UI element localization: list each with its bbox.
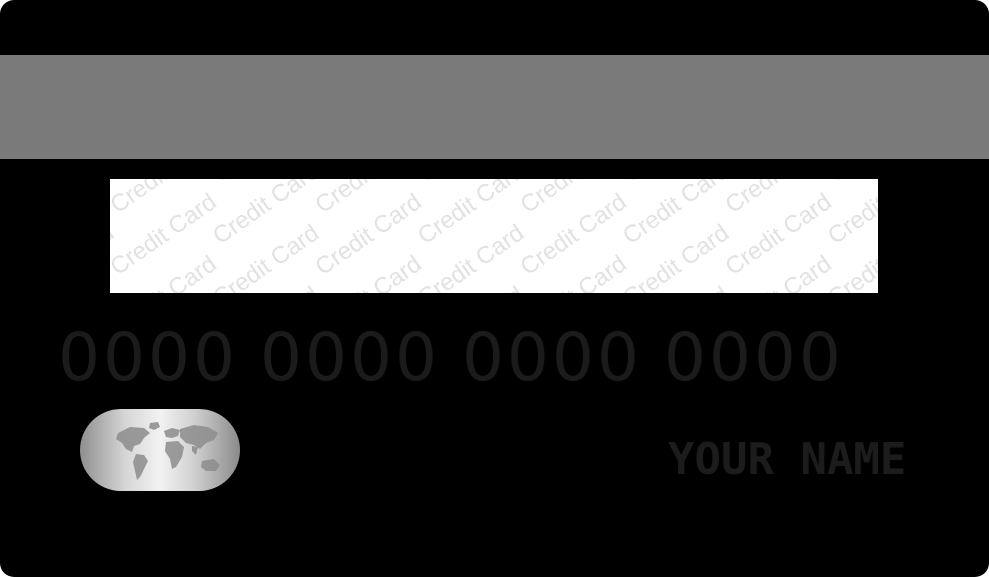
credit-card-back: Credit CardCredit CardCredit CardCredit … [0,0,989,577]
signature-pattern: Credit CardCredit CardCredit CardCredit … [110,179,878,293]
card-number-group-2: 0000 [259,319,440,396]
world-map-icon [80,409,240,491]
card-number: 0000 0000 0000 0000 [58,318,841,398]
card-number-group-1: 0000 [58,319,238,396]
card-number-group-4: 0000 [663,319,844,396]
watermark-text: Credit Card [110,281,119,293]
magnetic-stripe [0,55,989,159]
signature-panel: Credit CardCredit CardCredit CardCredit … [110,179,878,293]
watermark-text: Credit Card [823,179,878,250]
watermark-text: Credit Card [823,179,878,188]
card-number-group-3: 0000 [461,319,642,396]
cardholder-name: YOUR NAME [668,434,907,485]
